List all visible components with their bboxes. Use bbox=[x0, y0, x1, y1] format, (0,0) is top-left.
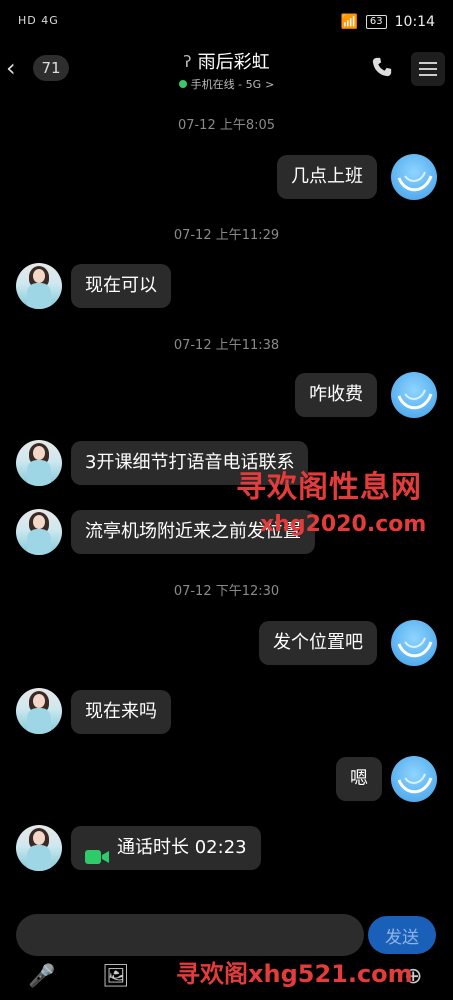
timestamp: 07-12 下午12:30 bbox=[173, 584, 280, 599]
watermark-text: 寻欢阁性息网 bbox=[236, 470, 422, 505]
my-avatar[interactable] bbox=[391, 756, 437, 802]
call-duration: 通话时长 02:23 bbox=[117, 837, 247, 858]
ear-icon: ʔ bbox=[183, 51, 192, 71]
message-bubble-sent[interactable]: 嗯 bbox=[336, 757, 382, 801]
microphone-icon[interactable]: 🎤 bbox=[28, 964, 55, 989]
send-button[interactable]: 发送 bbox=[368, 916, 436, 954]
wifi-icon: 📶 bbox=[340, 14, 358, 30]
contact-avatar[interactable] bbox=[16, 263, 62, 309]
online-dot bbox=[178, 80, 187, 88]
call-record-bubble[interactable]: 通话时长 02:23 bbox=[71, 826, 261, 870]
status-bar: HD 4G 📶 63 10:14 bbox=[0, 0, 453, 44]
message-bubble-received[interactable]: 现在可以 bbox=[71, 264, 171, 308]
message-bubble-sent[interactable]: 几点上班 bbox=[277, 155, 377, 199]
watermark-url: xhg2020.com bbox=[260, 512, 427, 537]
message-bubble-sent[interactable]: 咋收费 bbox=[295, 373, 377, 417]
chat-header: ‹ 71 ʔ 雨后彩虹 手机在线 - 5G > bbox=[0, 44, 453, 96]
my-avatar[interactable] bbox=[391, 372, 437, 418]
contact-avatar[interactable] bbox=[16, 688, 62, 734]
contact-avatar[interactable] bbox=[16, 440, 62, 486]
chevron-right-icon: > bbox=[265, 77, 275, 91]
timestamp: 07-12 上午11:38 bbox=[173, 338, 280, 353]
battery-indicator: 63 bbox=[365, 15, 387, 29]
my-avatar[interactable] bbox=[391, 154, 437, 200]
message-bubble-received[interactable]: 现在来吗 bbox=[71, 690, 171, 734]
contact-name[interactable]: 雨后彩虹 bbox=[198, 48, 270, 74]
image-icon[interactable]: 🖼 bbox=[102, 964, 130, 989]
message-input[interactable] bbox=[16, 914, 364, 956]
clock: 10:14 bbox=[394, 14, 435, 30]
watermark-footer: 寻欢阁xhg521.com bbox=[176, 960, 413, 988]
timestamp: 07-12 上午11:29 bbox=[173, 228, 280, 243]
video-call-icon bbox=[85, 839, 109, 864]
my-avatar[interactable] bbox=[391, 620, 437, 666]
timestamp: 07-12 上午8:05 bbox=[177, 118, 276, 133]
online-status: 手机在线 - 5G bbox=[190, 78, 262, 91]
contact-avatar[interactable] bbox=[16, 825, 62, 871]
network-indicator: HD 4G bbox=[18, 14, 59, 27]
phone-icon[interactable] bbox=[371, 56, 393, 82]
menu-button[interactable] bbox=[411, 52, 445, 86]
message-bubble-sent[interactable]: 发个位置吧 bbox=[259, 621, 377, 665]
contact-avatar[interactable] bbox=[16, 509, 62, 555]
